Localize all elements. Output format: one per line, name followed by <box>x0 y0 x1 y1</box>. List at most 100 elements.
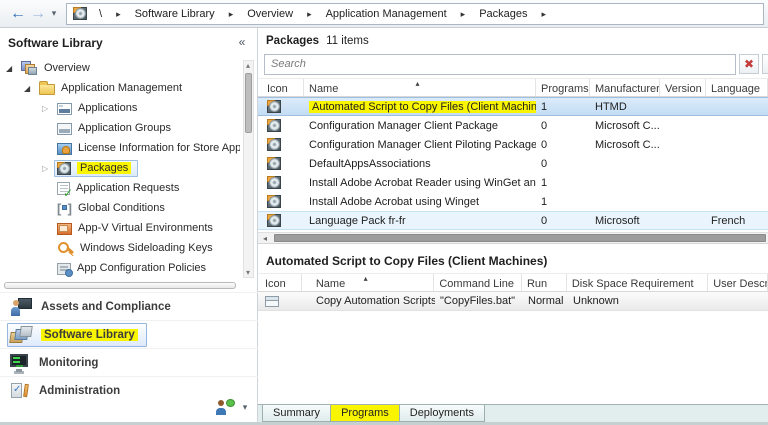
packages-list: Automated Script to Copy Files (Client M… <box>258 97 768 230</box>
chevron-right-icon <box>104 8 133 20</box>
key-icon <box>57 241 74 256</box>
program-row[interactable]: Copy Automation Scripts "CopyFiles.bat" … <box>258 292 768 311</box>
tab-deployments[interactable]: Deployments <box>398 405 485 422</box>
tree-item-app-configuration-policies[interactable]: App Configuration Policies <box>0 258 240 278</box>
clear-search-button[interactable] <box>739 54 759 74</box>
breadcrumb-overview[interactable]: Overview <box>245 6 295 22</box>
chevron-right-icon <box>295 8 324 20</box>
column-header-run[interactable]: Run <box>522 274 567 291</box>
column-header-language[interactable]: Language <box>706 79 768 96</box>
tree-item-packages[interactable]: Packages <box>0 158 240 178</box>
workspace-menu-dropdown[interactable] <box>239 397 251 417</box>
table-row[interactable]: Install Adobe Acrobat Reader using WinGe… <box>258 173 768 192</box>
license-information-icon <box>57 143 72 155</box>
chevron-right-icon <box>217 8 246 20</box>
column-header-icon[interactable]: Icon <box>258 274 302 291</box>
tree-item-windows-sideloading-keys[interactable]: Windows Sideloading Keys <box>0 238 240 258</box>
sort-ascending-icon <box>416 79 420 89</box>
navigation-pane: Software Library Overview Application Ma… <box>0 28 258 422</box>
page-title: Packages <box>266 35 320 47</box>
forward-button[interactable] <box>28 4 48 24</box>
package-icon <box>267 195 281 208</box>
tree-item-application-groups[interactable]: Application Groups <box>0 118 240 138</box>
package-icon <box>267 100 281 113</box>
collapse-pane-button[interactable] <box>235 35 249 49</box>
breadcrumb-software-library[interactable]: Software Library <box>133 6 217 22</box>
feedback-person-icon[interactable] <box>215 399 235 415</box>
workspace-monitoring[interactable]: Monitoring <box>0 348 258 376</box>
software-library-icon <box>9 325 33 344</box>
table-row[interactable]: DefaultAppsAssociations 0 <box>258 154 768 173</box>
column-header-programs[interactable]: Programs <box>536 79 590 96</box>
tree-vertical-scrollbar[interactable] <box>243 60 254 278</box>
selected-tree-item[interactable]: Packages <box>54 159 139 177</box>
tree-item-overview[interactable]: Overview <box>0 58 240 78</box>
tree-horizontal-scrollbar[interactable] <box>4 282 236 289</box>
history-dropdown-button[interactable] <box>48 4 60 24</box>
column-header-version[interactable]: Version <box>660 79 706 96</box>
items-count: 11 items <box>326 35 369 47</box>
list-header: Packages 11 items <box>258 28 768 50</box>
chevron-right-icon <box>449 8 478 20</box>
search-bar <box>264 53 768 75</box>
table-row[interactable]: Configuration Manager Client Piloting Pa… <box>258 135 768 154</box>
expander-icon[interactable] <box>42 162 54 174</box>
monitoring-icon <box>10 353 30 372</box>
packages-column-headers: Icon Name Programs Manufacturer Version … <box>258 78 768 97</box>
breadcrumb-packages[interactable]: Packages <box>477 6 529 22</box>
tab-programs[interactable]: Programs <box>330 405 400 422</box>
list-horizontal-scrollbar[interactable] <box>258 232 768 244</box>
table-row[interactable]: Configuration Manager Client Package 0 M… <box>258 116 768 135</box>
workspace-menu <box>215 397 251 417</box>
scrollbar-thumb[interactable] <box>274 234 766 242</box>
search-button-partial[interactable] <box>762 54 768 74</box>
column-header-disk-space[interactable]: Disk Space Requirement <box>567 274 709 291</box>
table-row[interactable]: Automated Script to Copy Files (Client M… <box>258 97 768 116</box>
workspace-software-library[interactable]: Software Library <box>0 320 258 348</box>
navigation-pane-title: Software Library <box>8 36 103 50</box>
search-input[interactable] <box>264 53 736 75</box>
tree-item-global-conditions[interactable]: Global Conditions <box>0 198 240 218</box>
table-row[interactable]: Language Pack fr-fr 0 Microsoft French <box>258 211 768 230</box>
tree-item-applications[interactable]: Applications <box>0 98 240 118</box>
appv-icon <box>57 223 72 235</box>
administration-icon: ✓ <box>10 382 30 400</box>
expander-icon[interactable] <box>42 102 54 114</box>
package-icon <box>267 214 281 227</box>
tree-item-license-information[interactable]: License Information for Store Apps <box>0 138 240 158</box>
scroll-left-icon[interactable] <box>258 232 272 244</box>
configuration-manager-console: \ Software Library Overview Application … <box>0 0 768 425</box>
package-icon <box>267 138 281 151</box>
package-icon <box>267 119 281 132</box>
results-pane: Packages 11 items Icon Name Programs Man… <box>258 28 768 422</box>
back-button[interactable] <box>8 4 28 24</box>
column-header-icon[interactable]: Icon <box>258 79 304 96</box>
column-header-user-description[interactable]: User Description <box>708 274 768 291</box>
column-header-manufacturer[interactable]: Manufacturer <box>590 79 660 96</box>
tree-item-application-management[interactable]: Application Management <box>0 78 240 98</box>
breadcrumb-root[interactable]: \ <box>91 6 104 22</box>
program-window-icon <box>265 295 279 307</box>
package-icon <box>57 161 71 175</box>
breadcrumb[interactable]: \ Software Library Overview Application … <box>66 2 764 25</box>
application-requests-icon: ✓ <box>57 181 73 199</box>
breadcrumb-bar: \ Software Library Overview Application … <box>0 0 768 28</box>
tree-item-appv-virtual-environments[interactable]: App-V Virtual Environments <box>0 218 240 238</box>
column-header-name[interactable]: Name <box>302 274 435 291</box>
application-groups-icon <box>57 123 72 135</box>
app-configuration-policies-icon <box>57 263 73 277</box>
applications-icon <box>57 103 72 115</box>
scrollbar-thumb[interactable] <box>245 73 252 133</box>
expander-icon[interactable] <box>6 62 18 74</box>
back-arrow-icon <box>10 5 26 23</box>
column-header-command-line[interactable]: Command Line <box>434 274 522 291</box>
workspace-assets-and-compliance[interactable]: Assets and Compliance <box>0 292 258 320</box>
tab-summary[interactable]: Summary <box>262 405 332 422</box>
tree-item-application-requests[interactable]: ✓ Application Requests <box>0 178 240 199</box>
column-header-name[interactable]: Name <box>304 79 536 96</box>
expander-icon[interactable] <box>24 82 36 94</box>
breadcrumb-application-management[interactable]: Application Management <box>324 6 449 22</box>
table-row[interactable]: Install Adobe Acrobat using Winget 1 <box>258 192 768 211</box>
detail-pane-title: Automated Script to Copy Files (Client M… <box>266 254 548 268</box>
package-icon <box>73 7 87 20</box>
